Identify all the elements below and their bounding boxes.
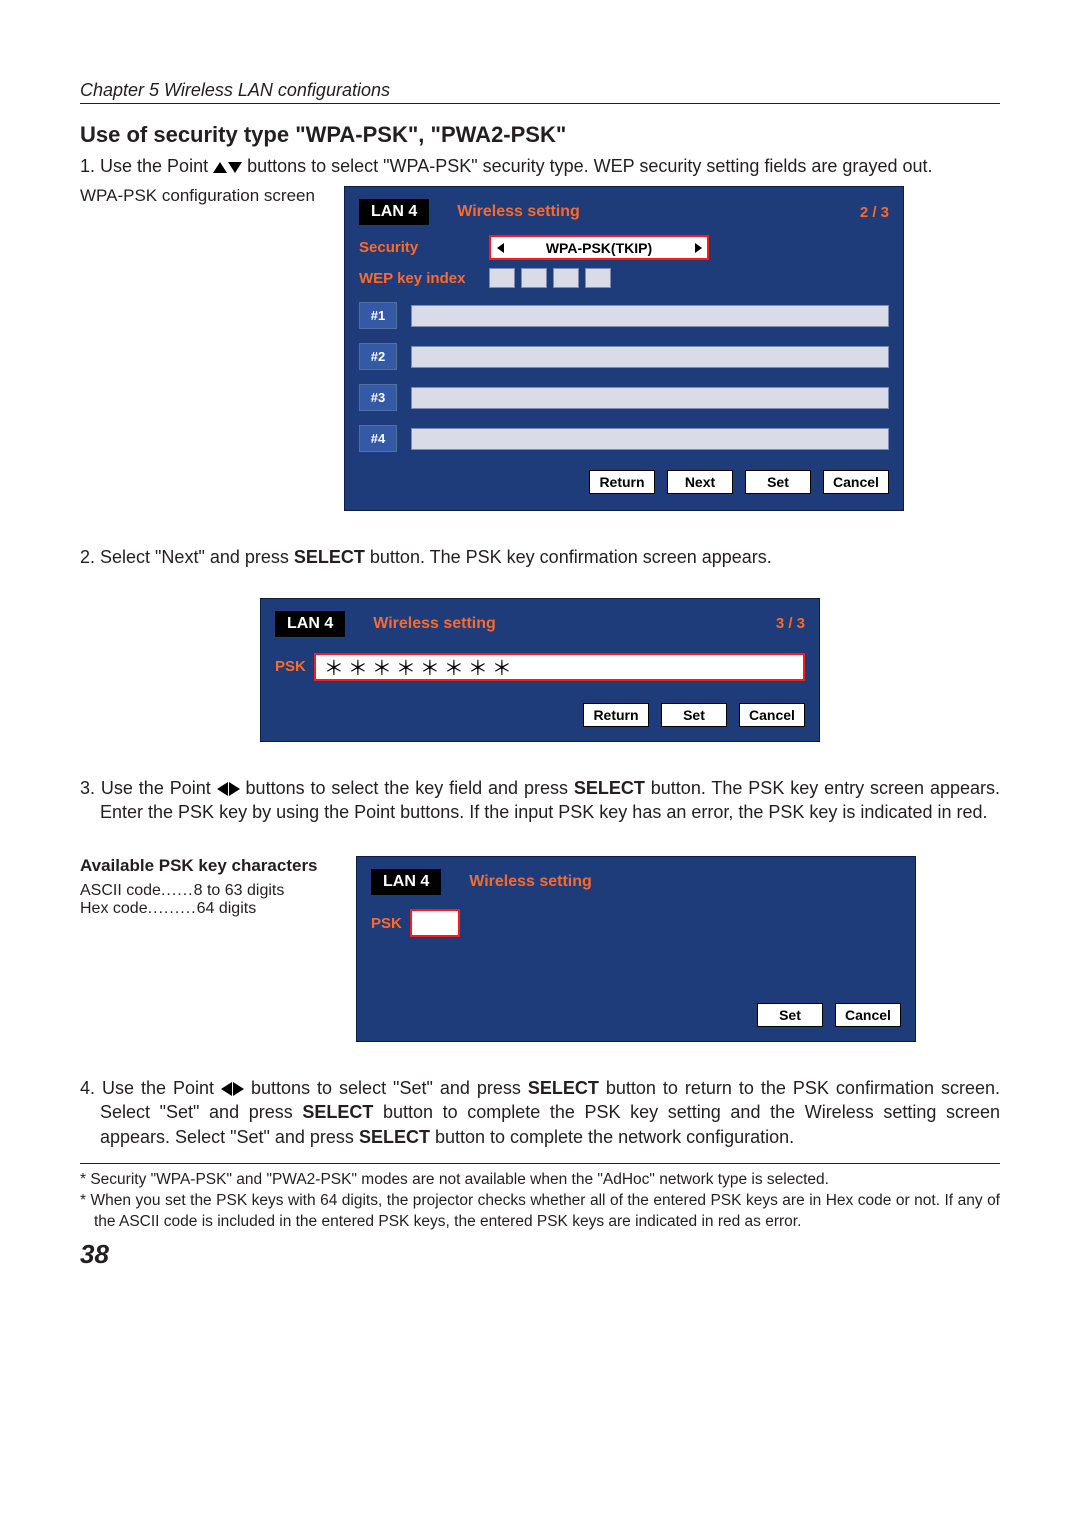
- dots: .........: [148, 900, 197, 917]
- psk-label: PSK: [275, 658, 306, 675]
- up-arrow-icon: [213, 162, 227, 173]
- return-button[interactable]: Return: [583, 703, 649, 727]
- section-title: Use of security type "WPA-PSK", "PWA2-PS…: [80, 122, 1000, 148]
- dots: ......: [161, 882, 194, 899]
- step3-text-a: 3. Use the Point: [80, 778, 217, 798]
- ascii-value: 8 to 63 digits: [194, 882, 285, 899]
- return-button[interactable]: Return: [589, 470, 655, 494]
- step1-text-b: buttons to select "WPA-PSK" security typ…: [242, 156, 932, 176]
- footnote-1: * Security "WPA-PSK" and "PWA2-PSK" mode…: [80, 1170, 1000, 1191]
- hex-value: 64 digits: [197, 900, 257, 917]
- psk-label: PSK: [371, 915, 402, 932]
- step4-text-e: button to complete the network configura…: [430, 1127, 794, 1147]
- screen-title: Wireless setting: [457, 203, 580, 221]
- down-arrow-icon: [228, 162, 242, 173]
- select-kw: SELECT: [359, 1127, 430, 1147]
- wep-cell: [489, 268, 515, 288]
- lan-badge: LAN 4: [275, 611, 345, 637]
- next-button[interactable]: Next: [667, 470, 733, 494]
- ascii-label: ASCII code: [80, 882, 161, 899]
- screen-title: Wireless setting: [373, 615, 496, 633]
- psk-entry-field[interactable]: [410, 909, 460, 937]
- hex-label: Hex code: [80, 900, 148, 917]
- step2-text-b: button. The PSK key confirmation screen …: [365, 547, 772, 567]
- psk-entry-screen: LAN 4 Wireless setting PSK Set Cancel: [356, 856, 916, 1042]
- manual-page: Chapter 5 Wireless LAN configurations Us…: [0, 0, 1080, 1310]
- right-arrow-icon: [233, 1082, 244, 1096]
- left-arrow-icon: [221, 1082, 232, 1096]
- key-2-label: #2: [359, 343, 397, 370]
- psk-field[interactable]: ＊＊＊＊＊＊＊＊: [314, 653, 805, 681]
- set-button[interactable]: Set: [661, 703, 727, 727]
- key-4-label: #4: [359, 425, 397, 452]
- wep-cell: [553, 268, 579, 288]
- left-arrow-icon: [217, 782, 228, 796]
- screen-title: Wireless setting: [469, 873, 592, 891]
- available-title: Available PSK key characters: [80, 856, 320, 876]
- right-arrow-icon: [229, 782, 240, 796]
- cancel-button[interactable]: Cancel: [835, 1003, 901, 1027]
- step-2: 2. Select "Next" and press SELECT button…: [80, 545, 1000, 569]
- key-4-field: [411, 428, 889, 450]
- step3-text-b: buttons to select the key field and pres…: [240, 778, 574, 798]
- lan-badge: LAN 4: [371, 869, 441, 895]
- set-button[interactable]: Set: [745, 470, 811, 494]
- chapter-title: Chapter 5 Wireless LAN configurations: [80, 80, 390, 100]
- select-kw: SELECT: [302, 1102, 373, 1122]
- step4-text-a: 4. Use the Point: [80, 1078, 221, 1098]
- available-psk-block: Available PSK key characters ASCII code.…: [80, 856, 320, 918]
- cancel-button[interactable]: Cancel: [739, 703, 805, 727]
- step4-text-b: buttons to select "Set" and press: [244, 1078, 528, 1098]
- cancel-button[interactable]: Cancel: [823, 470, 889, 494]
- security-label: Security: [359, 239, 489, 256]
- step-3: 3. Use the Point buttons to select the k…: [80, 776, 1000, 825]
- hex-line: Hex code.........64 digits: [80, 900, 320, 918]
- psk-confirm-screen: LAN 4 Wireless setting 3 / 3 PSK ＊＊＊＊＊＊＊…: [260, 598, 820, 742]
- step2-text-a: 2. Select "Next" and press: [80, 547, 294, 567]
- lan-badge: LAN 4: [359, 199, 429, 225]
- select-kw: SELECT: [528, 1078, 599, 1098]
- wep-cell: [585, 268, 611, 288]
- wep-index-cells: [489, 268, 611, 288]
- footnotes: * Security "WPA-PSK" and "PWA2-PSK" mode…: [80, 1163, 1000, 1233]
- chevron-right-icon: [695, 243, 702, 253]
- key-3-field: [411, 387, 889, 409]
- footnote-2: * When you set the PSK keys with 64 digi…: [80, 1191, 1000, 1233]
- screenshot1-caption: WPA-PSK configuration screen: [80, 186, 315, 205]
- select-kw: SELECT: [574, 778, 645, 798]
- key-1-field: [411, 305, 889, 327]
- key-1-label: #1: [359, 302, 397, 329]
- security-value: WPA-PSK(TKIP): [509, 240, 689, 256]
- step-4: 4. Use the Point buttons to select "Set"…: [80, 1076, 1000, 1149]
- key-3-label: #3: [359, 384, 397, 411]
- chevron-left-icon: [497, 243, 504, 253]
- key-2-field: [411, 346, 889, 368]
- security-dropdown[interactable]: WPA-PSK(TKIP): [489, 235, 709, 260]
- select-kw: SELECT: [294, 547, 365, 567]
- page-number: 38: [80, 1239, 1000, 1270]
- header-rule: Chapter 5 Wireless LAN configurations: [80, 80, 1000, 104]
- wep-index-label: WEP key index: [359, 270, 489, 287]
- step1-text-a: 1. Use the Point: [80, 156, 213, 176]
- page-indicator: 2 / 3: [860, 204, 889, 221]
- page-indicator: 3 / 3: [776, 615, 805, 632]
- step-1: 1. Use the Point buttons to select "WPA-…: [80, 154, 1000, 178]
- set-button[interactable]: Set: [757, 1003, 823, 1027]
- wpa-psk-config-screen: LAN 4 Wireless setting 2 / 3 Security WP…: [344, 186, 904, 511]
- wep-cell: [521, 268, 547, 288]
- ascii-line: ASCII code......8 to 63 digits: [80, 882, 320, 900]
